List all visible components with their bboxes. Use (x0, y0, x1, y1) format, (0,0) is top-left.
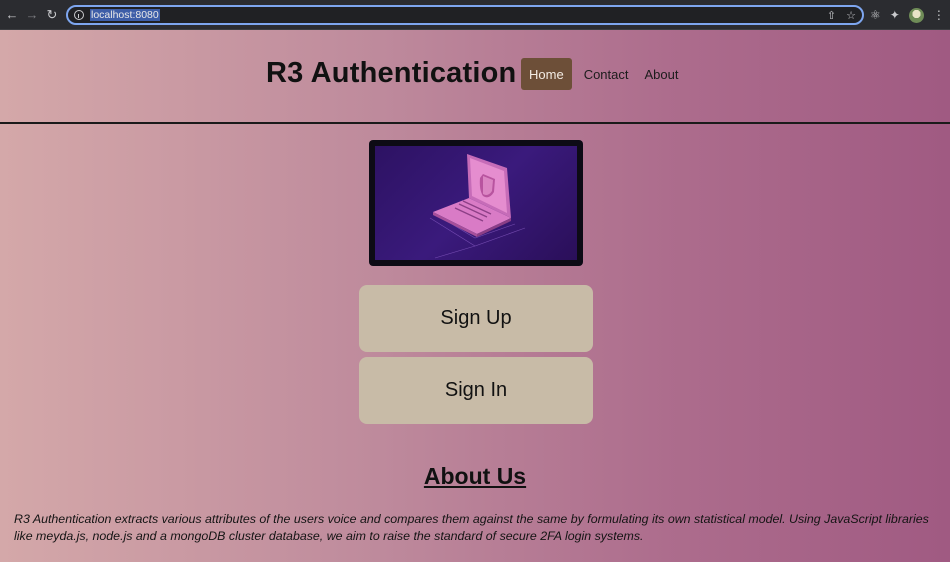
nav-about-link[interactable]: About (637, 58, 687, 90)
reload-icon[interactable]: ↻ (42, 5, 62, 25)
react-devtools-icon[interactable]: ⚛ (870, 8, 881, 22)
forward-arrow-icon[interactable]: → (22, 5, 42, 25)
about-us-heading: About Us (423, 463, 527, 489)
menu-kebab-icon[interactable]: ⋮ (933, 8, 945, 22)
browser-toolbar: ← → ↻ localhost:8080 ⇧ ☆ ⚛ ✦ ⋮ (0, 0, 950, 30)
share-icon[interactable]: ⇧ (827, 9, 836, 22)
sign-in-button[interactable]: Sign In (359, 357, 593, 424)
about-us-description: R3 Authentication extracts various attri… (14, 512, 929, 543)
profile-avatar[interactable] (908, 7, 924, 23)
header-divider (0, 122, 950, 124)
hero-image (369, 140, 583, 266)
nav-home-link[interactable]: Home (521, 58, 572, 90)
url-text[interactable]: localhost:8080 (90, 9, 160, 21)
extensions-puzzle-icon[interactable]: ✦ (890, 8, 900, 22)
site-title: R3 Authentication (266, 57, 517, 89)
back-arrow-icon[interactable]: ← (2, 5, 22, 25)
sign-up-button[interactable]: Sign Up (359, 285, 593, 352)
page-body: R3 Authentication Home Contact About Sig… (0, 30, 950, 562)
laptop-shield-illustration (375, 146, 577, 260)
main-nav: Home Contact About (521, 58, 686, 90)
site-info-icon[interactable] (74, 10, 84, 20)
address-bar[interactable]: localhost:8080 ⇧ ☆ (66, 5, 864, 25)
nav-contact-link[interactable]: Contact (576, 58, 637, 90)
bookmark-star-icon[interactable]: ☆ (846, 9, 856, 22)
